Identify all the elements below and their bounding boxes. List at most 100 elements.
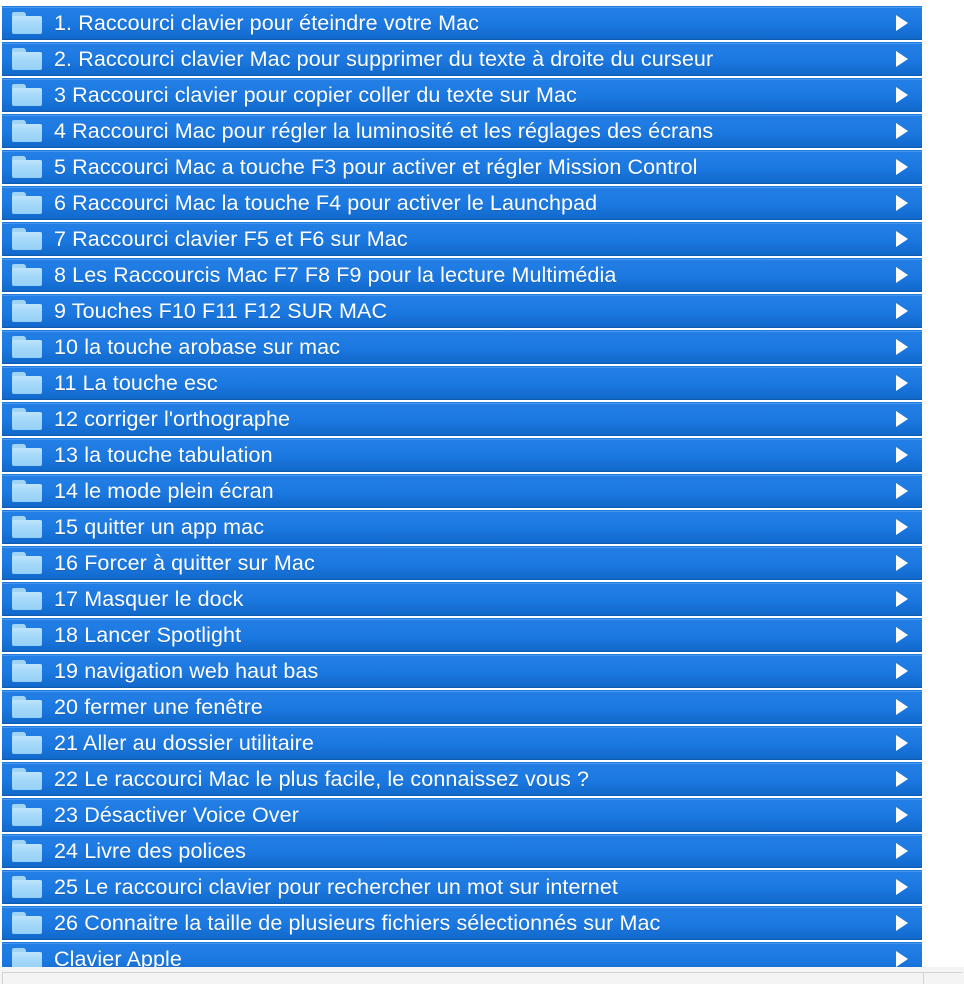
chevron-right-icon[interactable] <box>896 915 908 931</box>
chevron-right-icon[interactable] <box>896 195 908 211</box>
chevron-right-icon[interactable] <box>896 699 908 715</box>
chevron-right-icon[interactable] <box>896 339 908 355</box>
list-item[interactable]: 8 Les Raccourcis Mac F7 F8 F9 pour la le… <box>2 258 922 292</box>
row-highlight-line <box>2 187 922 188</box>
bottom-right-border <box>923 972 924 984</box>
folder-icon <box>12 660 42 682</box>
list-item-label: 17 Masquer le dock <box>54 587 244 611</box>
list-item[interactable]: 4 Raccourci Mac pour régler la luminosit… <box>2 114 922 148</box>
chevron-right-icon[interactable] <box>896 267 908 283</box>
list-item-label: 16 Forcer à quitter sur Mac <box>54 551 315 575</box>
list-item-label: 2. Raccourci clavier Mac pour supprimer … <box>54 47 714 71</box>
list-item-label: 25 Le raccourci clavier pour rechercher … <box>54 875 618 899</box>
row-highlight-line <box>2 907 922 908</box>
list-item[interactable]: 10 la touche arobase sur mac <box>2 330 922 364</box>
list-item-label: 15 quitter un app mac <box>54 515 265 539</box>
row-highlight-line <box>2 727 922 728</box>
chevron-right-icon[interactable] <box>896 951 908 967</box>
folder-icon <box>12 768 42 790</box>
folder-list[interactable]: 1. Raccourci clavier pour éteindre votre… <box>0 6 964 967</box>
chevron-right-icon[interactable] <box>896 15 908 31</box>
folder-icon-body <box>12 880 42 898</box>
list-item[interactable]: 25 Le raccourci clavier pour rechercher … <box>2 870 922 904</box>
folder-icon <box>12 372 42 394</box>
list-item-label: 4 Raccourci Mac pour régler la luminosit… <box>54 119 714 143</box>
list-item[interactable]: 19 navigation web haut bas <box>2 654 922 688</box>
chevron-right-icon[interactable] <box>896 411 908 427</box>
list-item[interactable]: 24 Livre des polices <box>2 834 922 868</box>
chevron-right-icon[interactable] <box>896 627 908 643</box>
list-item[interactable]: 17 Masquer le dock <box>2 582 922 616</box>
folder-icon <box>12 444 42 466</box>
chevron-right-icon[interactable] <box>896 447 908 463</box>
list-item-label: 21 Aller au dossier utilitaire <box>54 731 314 755</box>
chevron-right-icon[interactable] <box>896 843 908 859</box>
chevron-right-icon[interactable] <box>896 375 908 391</box>
folder-icon-body <box>12 124 42 142</box>
folder-icon <box>12 552 42 574</box>
list-item[interactable]: 15 quitter un app mac <box>2 510 922 544</box>
folder-icon <box>12 336 42 358</box>
list-item[interactable]: 16 Forcer à quitter sur Mac <box>2 546 922 580</box>
chevron-right-icon[interactable] <box>896 807 908 823</box>
folder-icon <box>12 696 42 718</box>
folder-icon-body <box>12 484 42 502</box>
chevron-right-icon[interactable] <box>896 555 908 571</box>
chevron-right-icon[interactable] <box>896 51 908 67</box>
folder-icon-body <box>12 340 42 358</box>
chevron-right-icon[interactable] <box>896 771 908 787</box>
chevron-right-icon[interactable] <box>896 879 908 895</box>
chevron-right-icon[interactable] <box>896 231 908 247</box>
chevron-right-icon[interactable] <box>896 591 908 607</box>
row-highlight-line <box>2 151 922 152</box>
bottom-left-border <box>2 972 3 984</box>
folder-icon <box>12 588 42 610</box>
list-item[interactable]: 26 Connaitre la taille de plusieurs fich… <box>2 906 922 940</box>
chevron-right-icon[interactable] <box>896 519 908 535</box>
row-highlight-line <box>2 511 922 512</box>
list-item[interactable]: 18 Lancer Spotlight <box>2 618 922 652</box>
list-item[interactable]: 6 Raccourci Mac la touche F4 pour active… <box>2 186 922 220</box>
folder-icon <box>12 876 42 898</box>
list-item[interactable]: 20 fermer une fenêtre <box>2 690 922 724</box>
chevron-right-icon[interactable] <box>896 663 908 679</box>
list-item[interactable]: 9 Touches F10 F11 F12 SUR MAC <box>2 294 922 328</box>
list-item[interactable]: 7 Raccourci clavier F5 et F6 sur Mac <box>2 222 922 256</box>
list-item-label: 18 Lancer Spotlight <box>54 623 242 647</box>
list-item[interactable]: 1. Raccourci clavier pour éteindre votre… <box>2 6 922 40</box>
row-highlight-line <box>2 439 922 440</box>
chevron-right-icon[interactable] <box>896 159 908 175</box>
list-item[interactable]: 13 la touche tabulation <box>2 438 922 472</box>
chevron-right-icon[interactable] <box>896 123 908 139</box>
row-highlight-line <box>2 583 922 584</box>
chevron-right-icon[interactable] <box>896 735 908 751</box>
folder-icon <box>12 516 42 538</box>
list-item[interactable]: 12 corriger l'orthographe <box>2 402 922 436</box>
list-item-label: 23 Désactiver Voice Over <box>54 803 299 827</box>
chevron-right-icon[interactable] <box>896 87 908 103</box>
list-item-label: 14 le mode plein écran <box>54 479 274 503</box>
folder-icon-body <box>12 556 42 574</box>
list-item[interactable]: 14 le mode plein écran <box>2 474 922 508</box>
list-item-label: 1. Raccourci clavier pour éteindre votre… <box>54 11 480 35</box>
chevron-right-icon[interactable] <box>896 303 908 319</box>
chevron-right-icon[interactable] <box>896 483 908 499</box>
list-item[interactable]: 22 Le raccourci Mac le plus facile, le c… <box>2 762 922 796</box>
list-item[interactable]: 5 Raccourci Mac a touche F3 pour activer… <box>2 150 922 184</box>
folder-icon <box>12 84 42 106</box>
list-item[interactable]: Clavier Apple <box>2 942 922 967</box>
list-item-label: 11 La touche esc <box>54 371 218 395</box>
list-item[interactable]: 2. Raccourci clavier Mac pour supprimer … <box>2 42 922 76</box>
list-item-label: 13 la touche tabulation <box>54 443 273 467</box>
list-item[interactable]: 11 La touche esc <box>2 366 922 400</box>
list-item[interactable]: 23 Désactiver Voice Over <box>2 798 922 832</box>
row-highlight-line <box>2 79 922 80</box>
row-highlight-line <box>2 259 922 260</box>
list-item[interactable]: 21 Aller au dossier utilitaire <box>2 726 922 760</box>
folder-icon-body <box>12 772 42 790</box>
list-item[interactable]: 3 Raccourci clavier pour copier coller d… <box>2 78 922 112</box>
list-item-label: 9 Touches F10 F11 F12 SUR MAC <box>54 299 388 323</box>
row-highlight-line <box>2 295 922 296</box>
folder-icon <box>12 408 42 430</box>
bottom-divider <box>2 972 962 973</box>
